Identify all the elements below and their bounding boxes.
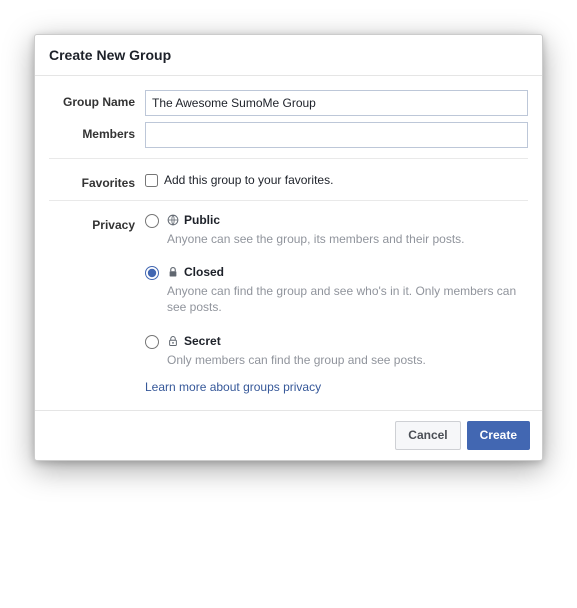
members-input[interactable] — [145, 122, 528, 148]
modal-footer: Cancel Create — [35, 410, 542, 460]
privacy-radio-closed[interactable] — [145, 266, 159, 280]
privacy-radio-public[interactable] — [145, 214, 159, 228]
members-label: Members — [49, 122, 145, 141]
privacy-secret-desc: Only members can find the group and see … — [167, 352, 528, 368]
privacy-public-desc: Anyone can see the group, its members an… — [167, 231, 528, 247]
privacy-option-closed[interactable]: Closed Anyone can find the group and see… — [145, 265, 528, 315]
privacy-secret-title: Secret — [184, 334, 221, 348]
privacy-radio-secret[interactable] — [145, 335, 159, 349]
privacy-closed-desc: Anyone can find the group and see who's … — [167, 283, 528, 315]
divider — [49, 200, 528, 201]
favorites-row: Favorites Add this group to your favorit… — [49, 171, 528, 190]
divider — [49, 158, 528, 159]
privacy-row: Privacy Public Anyone can see the group,… — [49, 213, 528, 394]
group-name-row: Group Name — [49, 90, 528, 116]
privacy-learn-more-link[interactable]: Learn more about groups privacy — [145, 380, 321, 394]
favorites-label: Favorites — [49, 171, 145, 190]
privacy-label: Privacy — [49, 213, 145, 232]
create-group-modal: Create New Group Group Name Members Favo… — [34, 34, 543, 461]
modal-title: Create New Group — [49, 47, 528, 63]
favorites-checkbox[interactable] — [145, 174, 158, 187]
privacy-option-secret[interactable]: Secret Only members can find the group a… — [145, 334, 528, 368]
group-name-input[interactable] — [145, 90, 528, 116]
privacy-option-public[interactable]: Public Anyone can see the group, its mem… — [145, 213, 528, 247]
modal-body: Group Name Members Favorites Add this gr… — [35, 76, 542, 410]
create-button[interactable]: Create — [467, 421, 530, 450]
lock-closed-icon — [167, 335, 179, 347]
globe-icon — [167, 214, 179, 226]
lock-icon — [167, 266, 179, 278]
members-row: Members — [49, 122, 528, 148]
favorites-checkbox-wrap[interactable]: Add this group to your favorites. — [145, 171, 528, 187]
privacy-public-title: Public — [184, 213, 220, 227]
cancel-button[interactable]: Cancel — [395, 421, 460, 450]
group-name-label: Group Name — [49, 90, 145, 109]
favorites-checkbox-label: Add this group to your favorites. — [164, 173, 333, 187]
privacy-closed-title: Closed — [184, 265, 224, 279]
modal-header: Create New Group — [35, 35, 542, 76]
